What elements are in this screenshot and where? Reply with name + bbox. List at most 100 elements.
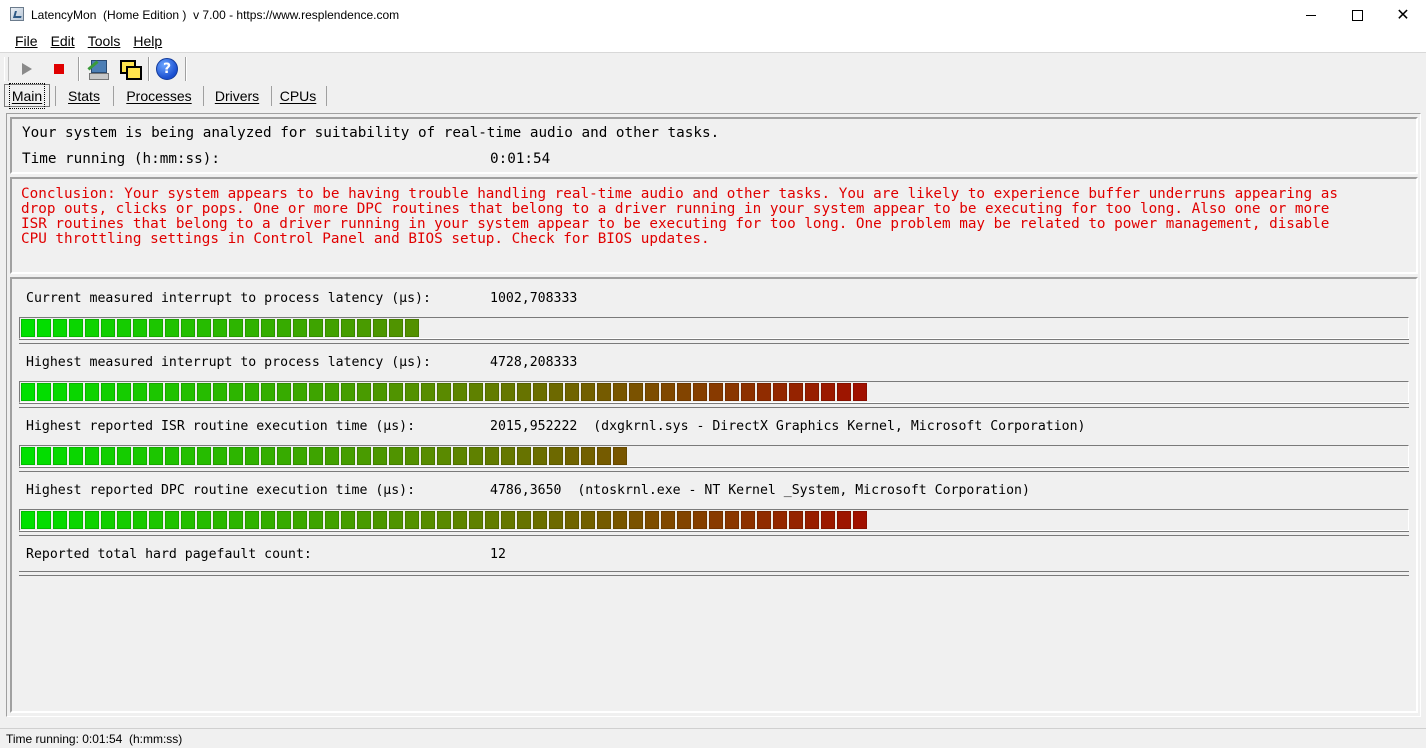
meter-segment bbox=[69, 383, 83, 401]
meter-segment bbox=[805, 383, 819, 401]
meter-segment bbox=[117, 319, 131, 337]
meter-segment bbox=[501, 447, 515, 465]
meter-segment bbox=[485, 447, 499, 465]
stop-icon bbox=[54, 64, 64, 74]
meter-fill bbox=[21, 319, 421, 337]
time-running-label: Time running (h:mm:ss): bbox=[22, 151, 220, 167]
meter-segment bbox=[773, 511, 787, 529]
menu-edit-label: Edit bbox=[50, 33, 75, 49]
help-icon: ? bbox=[156, 58, 178, 80]
meter-segment bbox=[677, 383, 691, 401]
metric-label: Current measured interrupt to process la… bbox=[26, 291, 431, 306]
meter-segment bbox=[741, 511, 755, 529]
meter-segment bbox=[517, 447, 531, 465]
meter-fill bbox=[21, 383, 869, 401]
help-button[interactable]: ? bbox=[154, 56, 180, 82]
meter-divider bbox=[19, 339, 1409, 344]
meter-segment bbox=[453, 447, 467, 465]
metric-value-number: 4786,3650 bbox=[490, 483, 562, 498]
meter-segment bbox=[821, 511, 835, 529]
toolbar-separator bbox=[148, 57, 150, 81]
meter-segment bbox=[357, 447, 371, 465]
meter-segment bbox=[421, 511, 435, 529]
toolbar-separator bbox=[78, 57, 80, 81]
meter-segment bbox=[613, 511, 627, 529]
meter-segment bbox=[453, 383, 467, 401]
meter-segment bbox=[101, 319, 115, 337]
meter-segment bbox=[389, 511, 403, 529]
menu-edit[interactable]: Edit bbox=[44, 30, 81, 52]
meter-segment bbox=[53, 319, 67, 337]
maximize-button[interactable] bbox=[1334, 0, 1380, 30]
meter-segment bbox=[37, 383, 51, 401]
meter-segment bbox=[261, 383, 275, 401]
toolbar-separator bbox=[185, 57, 187, 81]
tab-drivers[interactable]: Drivers bbox=[207, 84, 267, 107]
current-latency-meter bbox=[19, 317, 1409, 339]
toolbar-grip[interactable] bbox=[4, 57, 9, 81]
meter-segment bbox=[405, 447, 419, 465]
tab-drivers-label: Drivers bbox=[214, 87, 260, 104]
latencymon-app-icon bbox=[10, 7, 24, 21]
meter-segment bbox=[453, 511, 467, 529]
status-bar: Time running: 0:01:54 (h:mm:ss) bbox=[0, 728, 1426, 748]
tab-separator bbox=[55, 86, 56, 106]
tab-stats[interactable]: Stats bbox=[60, 84, 108, 107]
meter-segment bbox=[245, 447, 259, 465]
meter-segment bbox=[85, 383, 99, 401]
title-bar[interactable]: LatencyMon (Home Edition ) v 7.00 - http… bbox=[0, 0, 1426, 30]
meter-segment bbox=[149, 511, 163, 529]
meter-segment bbox=[69, 447, 83, 465]
tab-cpus-label: CPUs bbox=[279, 87, 317, 104]
meter-segment bbox=[405, 383, 419, 401]
meter-segment bbox=[501, 511, 515, 529]
meter-segment bbox=[37, 511, 51, 529]
stop-monitor-button[interactable] bbox=[46, 56, 72, 82]
meter-segment bbox=[37, 447, 51, 465]
meter-segment bbox=[805, 511, 819, 529]
minimize-icon bbox=[1306, 14, 1316, 16]
meter-segment bbox=[517, 511, 531, 529]
tab-main[interactable]: Main bbox=[4, 82, 50, 109]
meter-segment bbox=[357, 319, 371, 337]
menu-file-label: File bbox=[15, 33, 38, 49]
menu-tools[interactable]: Tools bbox=[81, 30, 127, 52]
meter-segment bbox=[485, 383, 499, 401]
meter-segment bbox=[309, 383, 323, 401]
metric-value: 1002,708333 bbox=[490, 291, 578, 306]
meter-segment bbox=[293, 319, 307, 337]
menu-file[interactable]: File bbox=[8, 30, 44, 52]
metric-label: Highest reported ISR routine execution t… bbox=[26, 419, 416, 434]
meter-segment bbox=[309, 319, 323, 337]
dpc-execution-meter bbox=[19, 509, 1409, 531]
meter-segment bbox=[597, 383, 611, 401]
meter-segment bbox=[197, 511, 211, 529]
metric-value: 2015,952222 (dxgkrnl.sys - DirectX Graph… bbox=[490, 419, 1086, 434]
meter-segment bbox=[85, 319, 99, 337]
menu-bar: File Edit Tools Help bbox=[0, 30, 1426, 52]
meter-segment bbox=[469, 447, 483, 465]
meter-segment bbox=[597, 447, 611, 465]
start-monitor-button[interactable] bbox=[14, 56, 40, 82]
meter-segment bbox=[757, 383, 771, 401]
meter-segment bbox=[197, 319, 211, 337]
windows-button[interactable] bbox=[116, 56, 142, 82]
menu-help[interactable]: Help bbox=[126, 30, 168, 52]
time-running-value: 0:01:54 bbox=[490, 151, 551, 167]
meter-segment bbox=[645, 383, 659, 401]
minimize-button[interactable] bbox=[1288, 0, 1334, 30]
meter-segment bbox=[629, 383, 643, 401]
meter-fill bbox=[21, 511, 869, 529]
meter-segment bbox=[261, 447, 275, 465]
meter-segment bbox=[789, 383, 803, 401]
tools-button[interactable] bbox=[84, 56, 110, 82]
metric-value: 4728,208333 bbox=[490, 355, 578, 370]
meter-segment bbox=[197, 383, 211, 401]
meter-segment bbox=[501, 383, 515, 401]
close-button[interactable]: ✕ bbox=[1380, 0, 1426, 30]
meter-segment bbox=[693, 383, 707, 401]
meter-divider bbox=[19, 571, 1409, 576]
tab-processes[interactable]: Processes bbox=[118, 84, 200, 107]
tab-cpus[interactable]: CPUs bbox=[275, 84, 321, 107]
meter-segment bbox=[725, 511, 739, 529]
